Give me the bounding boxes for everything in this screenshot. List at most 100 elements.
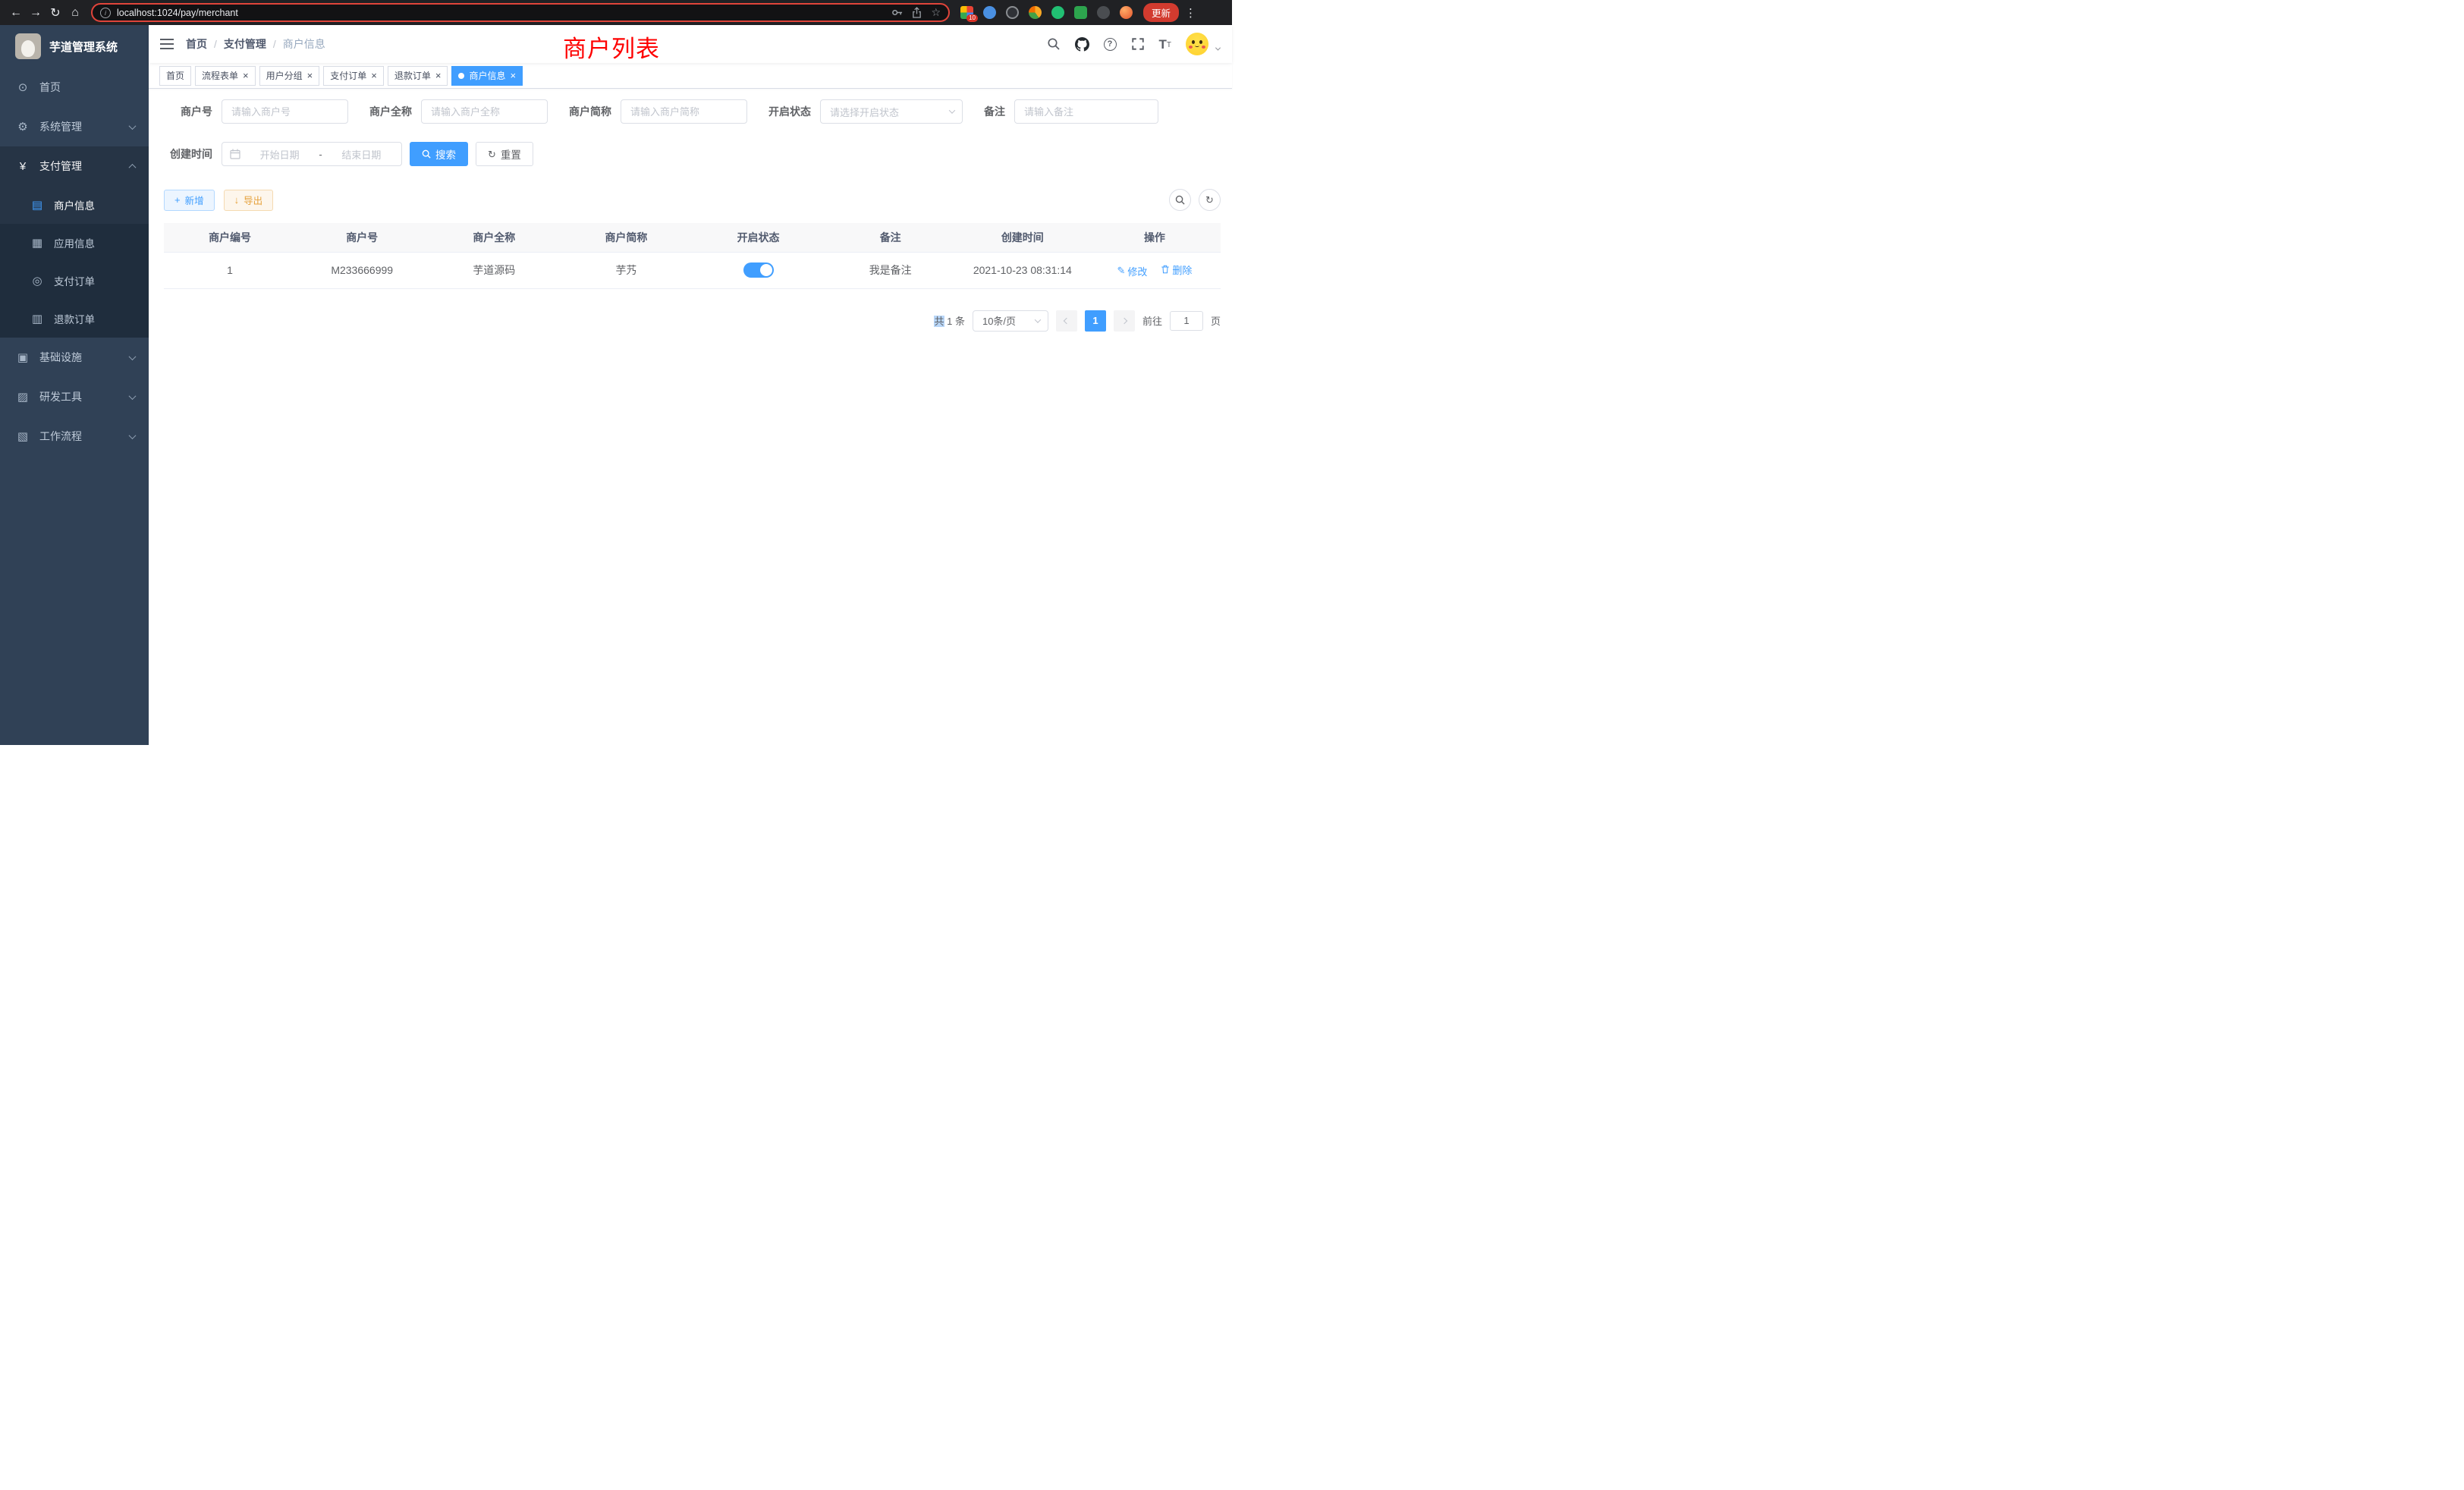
table-toolbar: + 新增 ↓ 导出 ↻ [164,189,1221,211]
extension-icon-green-circle[interactable] [1051,6,1064,19]
cell-actions: ✎ 修改 删除 [1089,252,1221,288]
sidebar-item-app-info[interactable]: ▦ 应用信息 [0,224,149,262]
tab-process-form[interactable]: 流程表单 × [195,66,256,86]
sidebar-item-infrastructure[interactable]: ▣ 基础设施 [0,338,149,377]
fullscreen-icon[interactable] [1131,37,1145,51]
next-page-button[interactable] [1114,310,1135,332]
reset-button[interactable]: ↻ 重置 [476,142,533,166]
tab-pay-order[interactable]: 支付订单 × [323,66,384,86]
font-size-icon[interactable]: TT [1159,38,1172,51]
tab-refund-order[interactable]: 退款订单 × [388,66,448,86]
goto-label: 前往 [1142,313,1162,328]
tab-close-icon[interactable]: × [435,71,442,80]
sidebar-item-merchant-info[interactable]: ▤ 商户信息 [0,186,149,224]
reload-icon[interactable]: ↻ [46,3,65,23]
extension-icon-grid[interactable]: 10 [960,6,973,19]
tab-user-group[interactable]: 用户分组 × [259,66,320,86]
merchant-no-label: 商户号 [164,104,212,119]
back-icon[interactable]: ← [6,3,26,23]
tab-close-icon[interactable]: × [307,71,313,80]
current-page-button[interactable]: 1 [1085,310,1106,332]
column-header-actions: 操作 [1089,223,1221,252]
refresh-table-button[interactable]: ↻ [1199,189,1221,211]
merchant-short-input[interactable] [621,99,747,124]
extension-icon-dark-ring[interactable] [1006,6,1019,19]
prev-page-button[interactable] [1056,310,1077,332]
status-select[interactable]: 请选择开启状态 [820,99,963,124]
main-area: 首页 / 支付管理 / 商户信息 商户列表 ? [149,25,1232,745]
tags-view-bar: 首页 流程表单 × 用户分组 × 支付订单 × 退款订单 × [149,63,1232,89]
share-icon[interactable] [912,7,922,18]
goto-page-input[interactable] [1170,311,1203,331]
hamburger-icon[interactable] [160,38,174,50]
browser-profile-avatar[interactable] [1120,6,1133,19]
calendar-icon [230,149,240,159]
page-size-select[interactable]: 10条/页 [973,310,1048,332]
edit-button[interactable]: ✎ 修改 [1117,264,1148,278]
sidebar-item-refund-order[interactable]: ▥ 退款订单 [0,300,149,338]
sidebar-menu: ⊙ 首页 ⚙ 系统管理 ¥ 支付管理 ▤ 商户信息 [0,68,149,456]
column-header-remark: 备注 [825,223,957,252]
sidebar-item-system[interactable]: ⚙ 系统管理 [0,107,149,146]
chevron-down-icon [129,353,137,360]
password-key-icon[interactable] [891,7,903,18]
merchant-table: 商户编号 商户号 商户全称 商户简称 开启状态 备注 创建时间 操作 1 [164,223,1221,289]
url-text[interactable]: localhost:1024/pay/merchant [117,8,885,18]
delete-button[interactable]: 删除 [1161,262,1192,277]
app-logo[interactable]: 芋道管理系统 [0,25,149,68]
extension-icon-blue[interactable] [983,6,996,19]
browser-menu-icon[interactable]: ⋮ [1185,6,1196,20]
user-avatar[interactable] [1186,33,1208,55]
tab-close-icon[interactable]: × [371,71,377,80]
remark-input[interactable] [1014,99,1158,124]
tab-merchant-info[interactable]: 商户信息 × [451,66,523,86]
merchant-name-input[interactable] [421,99,548,124]
refund-order-icon: ▥ [30,312,44,325]
sidebar-item-workflow[interactable]: ▧ 工作流程 [0,417,149,456]
site-info-icon[interactable]: i [100,8,111,18]
status-label: 开启状态 [768,104,811,119]
table-row: 1 M233666999 芋道源码 芋艿 我是备注 2021-10-23 08:… [164,252,1221,288]
extension-icon-multicolor[interactable] [1029,6,1042,19]
tab-home[interactable]: 首页 [159,66,191,86]
merchant-card-icon: ▤ [30,198,44,212]
breadcrumb-payment[interactable]: 支付管理 [224,36,266,52]
extension-icon-green-square[interactable] [1074,6,1087,19]
refresh-icon: ↻ [1205,194,1214,206]
add-button[interactable]: + 新增 [164,190,215,211]
filter-merchant-short: 商户简称 [569,99,747,124]
tab-close-icon[interactable]: × [243,71,249,80]
extensions-row: 10 [960,6,1133,19]
status-toggle[interactable] [743,262,774,278]
home-icon[interactable]: ⌂ [65,3,85,23]
extension-icon-gray[interactable] [1097,6,1110,19]
tab-close-icon[interactable]: × [510,71,516,80]
address-bar[interactable]: i localhost:1024/pay/merchant ☆ [91,3,950,22]
bookmark-star-icon[interactable]: ☆ [931,6,941,19]
create-time-range-picker[interactable]: 开始日期 - 结束日期 [222,142,402,166]
search-button[interactable]: 搜索 [410,142,468,166]
browser-update-button[interactable]: 更新 [1143,3,1179,22]
sidebar-item-label: 系统管理 [39,119,120,134]
avatar-mouth [1195,44,1199,47]
merchant-no-input[interactable] [222,99,348,124]
help-icon[interactable]: ? [1104,38,1117,51]
sidebar-item-payment[interactable]: ¥ 支付管理 [0,146,149,186]
search-icon[interactable] [1047,37,1061,51]
breadcrumb-home[interactable]: 首页 [186,36,207,52]
export-button[interactable]: ↓ 导出 [224,190,274,211]
sidebar-item-label: 支付管理 [39,159,120,174]
sidebar-item-home[interactable]: ⊙ 首页 [0,68,149,107]
user-menu-caret-icon[interactable] [1216,47,1220,51]
reset-button-label: 重置 [501,146,521,162]
github-icon[interactable] [1075,37,1089,52]
pagination: 共 1 条 10条/页 1 前往 页 [164,310,1221,332]
avatar-cheek [1189,46,1193,49]
sidebar-item-pay-order[interactable]: ◎ 支付订单 [0,262,149,300]
forward-icon[interactable]: → [26,3,46,23]
toggle-search-button[interactable] [1169,189,1191,211]
pagination-total: 共 1 条 [934,313,964,328]
sidebar-item-label: 退款订单 [54,311,135,326]
sidebar-item-devtools[interactable]: ▨ 研发工具 [0,377,149,417]
filter-remark: 备注 [984,99,1158,124]
